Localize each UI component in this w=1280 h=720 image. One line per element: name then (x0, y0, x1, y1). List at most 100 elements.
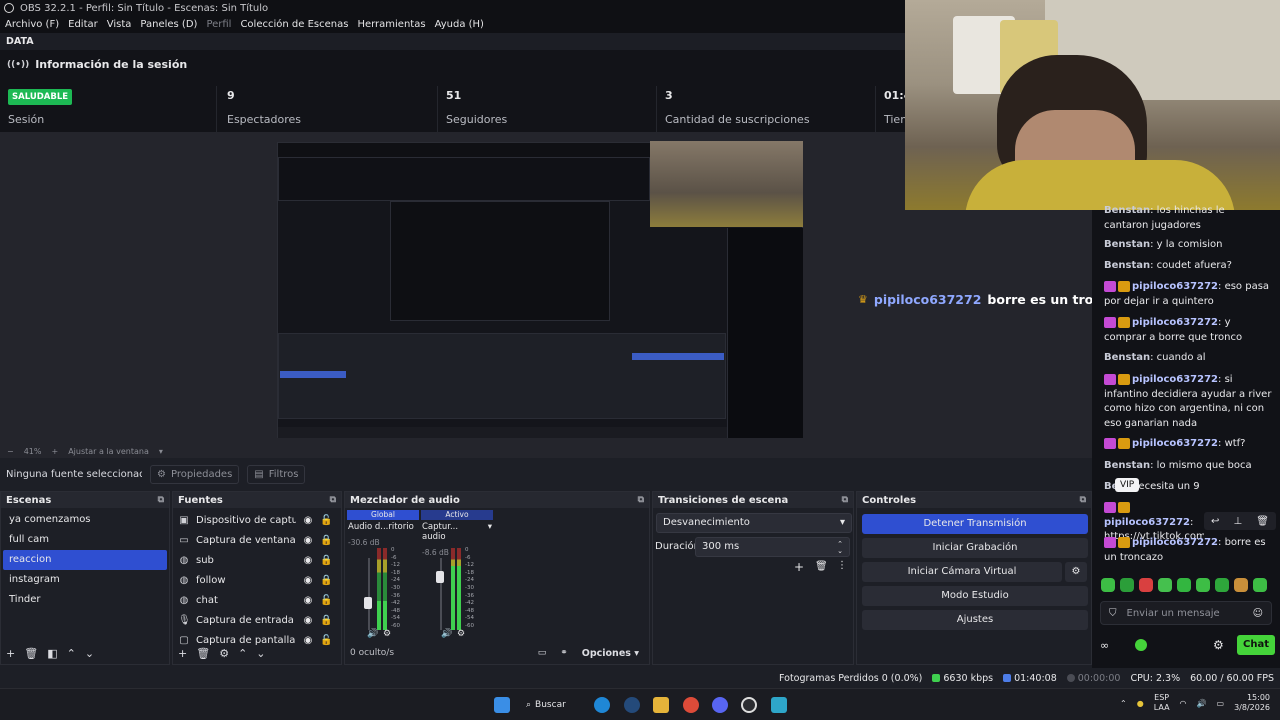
undock-icon[interactable]: ⧉ (330, 495, 336, 505)
discord-icon[interactable] (712, 697, 728, 713)
scene-item[interactable]: instagram (3, 570, 167, 590)
zoom-fit-select[interactable]: Ajustar a la ventana (68, 447, 149, 456)
settings-icon[interactable]: ⚙ (383, 629, 391, 639)
menu-vista[interactable]: Vista (107, 19, 132, 30)
arrow-up-icon[interactable]: ⌃ (238, 647, 247, 660)
chat-send-button[interactable]: Chat (1237, 635, 1275, 655)
lock-icon[interactable]: 🔒 (320, 535, 332, 546)
stop-streaming-button[interactable]: Detener Transmisión (862, 514, 1088, 534)
add-icon[interactable]: + (178, 647, 187, 660)
source-item[interactable]: ◍ follow ◉ 🔒 (173, 570, 341, 590)
menu-paneles[interactable]: Paneles (D) (140, 19, 197, 30)
eye-icon[interactable]: ◉ (302, 555, 314, 566)
source-item[interactable]: ◍ sub ◉ 🔒 (173, 550, 341, 570)
lock-icon[interactable]: 🔒 (320, 575, 332, 586)
menu-herramientas[interactable]: Herramientas (357, 19, 425, 30)
source-item[interactable]: ▭ Captura de ventana ◉ 🔒 (173, 530, 341, 550)
chat-username[interactable]: pipiloco637272 (1132, 438, 1218, 449)
options-button[interactable]: Opciones ▾ (582, 648, 639, 659)
emote-icon[interactable] (1234, 578, 1248, 592)
filter-icon[interactable]: ◧ (47, 647, 57, 660)
transition-select[interactable]: Desvanecimiento ▾ (656, 513, 852, 533)
menu-ayuda[interactable]: Ayuda (H) (435, 19, 484, 30)
unlock-icon[interactable]: 🔓 (320, 515, 332, 526)
arrow-up-icon[interactable]: ⌃ (67, 647, 76, 660)
unlock-icon[interactable]: 🔓 (320, 595, 332, 606)
duration-spinbox[interactable]: 300 ms ⌃ ⌄ (695, 537, 850, 557)
scene-item[interactable]: ya comenzamos (3, 510, 167, 530)
add-icon[interactable]: + (6, 647, 15, 660)
studio-mode-button[interactable]: Modo Estudio (862, 586, 1088, 606)
mixer-tab-active[interactable]: Activo (421, 510, 493, 520)
arrow-down-icon[interactable]: ⌄ (256, 647, 265, 660)
volume-slider-knob[interactable] (436, 571, 444, 584)
chat-username[interactable]: pipiloco637272 (1132, 537, 1218, 548)
arrow-down-icon[interactable]: ⌄ (85, 647, 94, 660)
chevron-up-icon[interactable]: ⌃ (1120, 699, 1127, 708)
volume-icon[interactable]: 🔊 (1197, 699, 1207, 708)
trash-icon[interactable]: 🗑 (1256, 516, 1269, 527)
menu-archivo[interactable]: Archivo (F) (5, 19, 59, 30)
trash-icon[interactable]: 🗑 (24, 647, 38, 660)
volume-slider-track[interactable] (440, 558, 442, 630)
emote-icon[interactable] (1158, 578, 1172, 592)
chat-username[interactable]: Benstan (1104, 352, 1150, 363)
battery-icon[interactable]: ▭ (1217, 699, 1225, 708)
emote-icon[interactable] (1177, 578, 1191, 592)
speaker-icon[interactable]: 🔊 (441, 629, 452, 639)
undock-icon[interactable]: ⧉ (1080, 495, 1086, 505)
chat-username[interactable]: pipiloco637272 (1132, 281, 1218, 292)
menu-editar[interactable]: Editar (68, 19, 98, 30)
kick-logo-icon[interactable] (1135, 639, 1148, 651)
properties-button[interactable]: ⚙ Propiedades (150, 464, 240, 484)
chat-username[interactable]: Benstan (1104, 260, 1150, 271)
emote-icon[interactable] (1253, 578, 1267, 592)
eye-icon[interactable]: ◉ (302, 535, 314, 546)
add-icon[interactable]: + (794, 560, 804, 574)
emote-icon[interactable] (1101, 578, 1115, 592)
chat-username[interactable]: pipiloco637272 (1132, 317, 1218, 328)
edge-icon[interactable] (594, 697, 610, 713)
pin-icon[interactable]: ⊥ (1233, 516, 1242, 527)
mixer-tab-global[interactable]: Global (347, 510, 419, 520)
more-options-icon[interactable]: ⋮ (837, 560, 847, 571)
eye-icon[interactable]: ◉ (302, 515, 314, 526)
trash-icon[interactable]: 🗑 (196, 647, 210, 660)
speaker-icon[interactable]: 🔊 (367, 629, 378, 639)
emoji-icon[interactable]: ☺ (1253, 608, 1263, 619)
undock-icon[interactable]: ⧉ (842, 495, 848, 505)
scene-item-selected[interactable]: reaccion (3, 550, 167, 570)
points-icon[interactable]: ∞ (1100, 639, 1109, 652)
menu-perfil[interactable]: Perfil (206, 19, 231, 30)
chat-username[interactable]: Benstan (1104, 460, 1150, 471)
emote-icon[interactable] (1120, 578, 1134, 592)
chevron-down-icon[interactable]: ▾ (488, 522, 492, 542)
volume-slider-knob[interactable] (364, 597, 372, 609)
wifi-icon[interactable]: ◠ (1180, 699, 1187, 708)
start-virtual-camera-button[interactable]: Iniciar Cámara Virtual (862, 562, 1062, 582)
zoom-minus-icon[interactable]: − (7, 447, 14, 456)
taskbar-clock[interactable]: 15:00 3/8/2026 (1234, 693, 1270, 713)
layout-icon[interactable]: ▭ (538, 648, 547, 658)
chrome-icon[interactable] (683, 697, 699, 713)
settings-icon[interactable]: ⚙ (457, 629, 465, 639)
undock-icon[interactable]: ⧉ (638, 495, 644, 505)
lock-icon[interactable]: 🔒 (320, 555, 332, 566)
chat-username[interactable]: Benstan (1104, 239, 1150, 250)
taskbar-search[interactable]: ⌕ Buscar (526, 696, 576, 714)
eye-icon[interactable]: ◉ (302, 595, 314, 606)
eye-icon[interactable]: ◉ (302, 575, 314, 586)
undock-icon[interactable]: ⧉ (158, 495, 164, 505)
location-icon[interactable]: ● (1137, 699, 1144, 708)
gear-icon[interactable]: ⚙ (219, 647, 229, 660)
steam-icon[interactable] (624, 697, 640, 713)
file-explorer-icon[interactable] (653, 697, 669, 713)
trash-icon[interactable]: 🗑 (815, 561, 828, 572)
notepad-icon[interactable] (771, 697, 787, 713)
start-recording-button[interactable]: Iniciar Grabación (862, 538, 1088, 558)
emote-icon[interactable] (1139, 578, 1153, 592)
zoom-plus-icon[interactable]: + (51, 447, 58, 456)
chat-username[interactable]: Benstan (1104, 205, 1150, 216)
volume-slider-track[interactable] (368, 558, 370, 630)
source-item[interactable]: ▣ Dispositivo de captura de ◉ 🔓 (173, 510, 341, 530)
